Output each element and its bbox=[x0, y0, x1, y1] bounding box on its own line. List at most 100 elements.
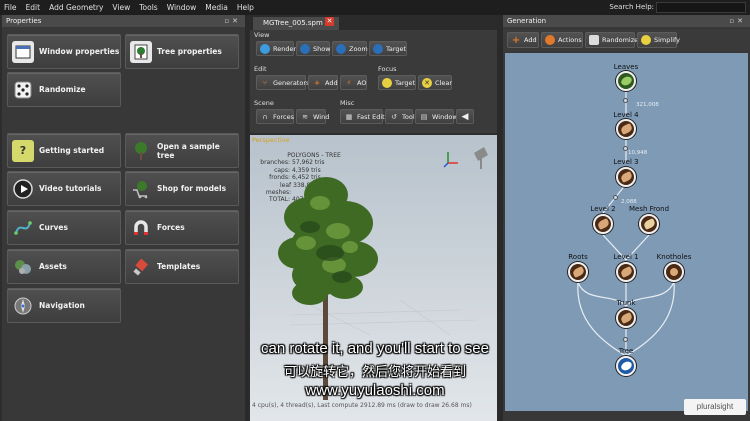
scene-forces-label: Forces bbox=[273, 112, 294, 121]
assets-icon bbox=[12, 256, 34, 278]
simplify-label: Simplify bbox=[654, 36, 681, 44]
menu-bar: File Edit Add Geometry View Tools Window… bbox=[0, 0, 750, 15]
tree-document-icon bbox=[130, 40, 152, 63]
generation-randomize-label: Randomize bbox=[602, 36, 639, 44]
navigation-button[interactable]: Navigation bbox=[7, 288, 121, 323]
generators-button[interactable]: ⑂ Generators bbox=[256, 75, 309, 90]
menu-file[interactable]: File bbox=[4, 3, 17, 12]
zoom-button[interactable]: Zoom bbox=[332, 41, 368, 56]
edit-group-label: Edit bbox=[254, 65, 267, 73]
generation-randomize-button[interactable]: Randomize bbox=[585, 32, 639, 48]
menu-help[interactable]: Help bbox=[237, 3, 254, 12]
scene-group-label: Scene bbox=[254, 99, 274, 107]
leaves-node-label: Leaves bbox=[613, 63, 639, 71]
video-tutorials-button[interactable]: Video tutorials bbox=[7, 171, 121, 206]
search-help-label: Search Help: bbox=[609, 3, 654, 11]
leaves-node[interactable] bbox=[616, 71, 636, 91]
arrow-left-icon: ◀ bbox=[461, 111, 469, 122]
compute-status-text: 4 cpu(s), 4 thread(s), Last compute 2912… bbox=[252, 402, 472, 409]
generation-graph[interactable]: 321,008 10,948 2,088 Leaves Level 4 Leve… bbox=[505, 53, 748, 411]
generation-add-button[interactable]: + Add bbox=[507, 32, 539, 48]
globe-icon bbox=[260, 43, 270, 54]
view-group: View bbox=[252, 31, 269, 40]
level4-node[interactable] bbox=[616, 119, 636, 139]
mesh-frond-node-label: Mesh Frond bbox=[628, 205, 670, 213]
watermark-url: www.yuyulaoshi.com bbox=[305, 382, 445, 399]
templates-button[interactable]: Templates bbox=[125, 249, 239, 284]
subtitle-chinese: 可以旋转它，然后您将开始看到 bbox=[283, 365, 466, 380]
eye-icon bbox=[300, 43, 310, 54]
edit-add-button[interactable]: + Add bbox=[308, 75, 338, 90]
dice-icon bbox=[12, 79, 34, 101]
curves-button[interactable]: Curves bbox=[7, 210, 121, 245]
panel-float-close-icon[interactable]: ▫✕ bbox=[224, 15, 241, 27]
actions-icon bbox=[545, 35, 555, 45]
video-tutorials-label: Video tutorials bbox=[39, 184, 102, 193]
misc-window-button[interactable]: ▤ Window bbox=[415, 109, 458, 124]
scene-forces-button[interactable]: ∩ Forces bbox=[256, 109, 294, 124]
menu-tools[interactable]: Tools bbox=[139, 3, 157, 12]
tree-properties-button[interactable]: Tree properties bbox=[125, 34, 239, 69]
wind-button[interactable]: ≋ Wind bbox=[296, 109, 329, 124]
fast-edit-button[interactable]: ▦ Fast Edit bbox=[340, 109, 385, 124]
misc-window-label: Window bbox=[432, 112, 458, 121]
menu-window[interactable]: Window bbox=[167, 3, 197, 12]
edit-group: Edit bbox=[252, 65, 267, 74]
menu-view[interactable]: View bbox=[112, 3, 130, 12]
properties-panel-title: Properties ▫✕ bbox=[2, 15, 245, 27]
focus-target-icon bbox=[382, 77, 392, 88]
leaves-count: 321,008 bbox=[636, 102, 659, 108]
show-button[interactable]: Show bbox=[296, 41, 331, 56]
roots-node[interactable] bbox=[568, 262, 588, 282]
generation-title-text: Generation bbox=[507, 17, 547, 25]
window-properties-button[interactable]: Window properties bbox=[7, 34, 121, 69]
knotholes-node[interactable] bbox=[664, 262, 684, 282]
level3-node[interactable] bbox=[616, 167, 636, 187]
zoom-icon bbox=[336, 43, 346, 54]
actions-button[interactable]: Actions bbox=[541, 32, 583, 48]
graph-port[interactable] bbox=[613, 195, 618, 200]
level4-count: 10,948 bbox=[628, 150, 648, 156]
mesh-frond-node[interactable] bbox=[639, 214, 659, 234]
fast-edit-label: Fast Edit bbox=[357, 112, 385, 121]
assets-label: Assets bbox=[39, 262, 67, 271]
level2-node[interactable] bbox=[593, 214, 613, 234]
level2-node-label: Level 2 bbox=[590, 205, 616, 213]
magnet-icon bbox=[130, 217, 152, 239]
level4-node-label: Level 4 bbox=[613, 111, 639, 119]
getting-started-label: Getting started bbox=[39, 146, 105, 155]
forces-button[interactable]: Forces bbox=[125, 210, 239, 245]
focus-group-label: Focus bbox=[378, 65, 397, 73]
level1-node[interactable] bbox=[616, 262, 636, 282]
lasso-icon: ↺ bbox=[391, 112, 397, 121]
panel-float-close-icon[interactable]: ▫✕ bbox=[729, 15, 746, 27]
assets-button[interactable]: Assets bbox=[7, 249, 121, 284]
menu-media[interactable]: Media bbox=[205, 3, 228, 12]
close-tab-icon[interactable]: ✕ bbox=[325, 17, 334, 26]
search-help-input[interactable] bbox=[656, 2, 746, 13]
plus-icon: + bbox=[314, 78, 320, 87]
randomize-button[interactable]: Randomize bbox=[7, 72, 121, 107]
trunk-node[interactable] bbox=[616, 308, 636, 328]
tool-button[interactable]: ↺ Tool bbox=[385, 109, 415, 124]
getting-started-button[interactable]: ? Getting started bbox=[7, 133, 121, 168]
render-button[interactable]: Render bbox=[256, 41, 296, 56]
window-properties-label: Window properties bbox=[39, 47, 120, 56]
arrow-left-button[interactable]: ◀ bbox=[456, 109, 474, 124]
focus-target-button[interactable]: Target bbox=[378, 75, 416, 90]
misc-group-label: Misc bbox=[340, 99, 355, 107]
menu-edit[interactable]: Edit bbox=[26, 3, 41, 12]
shop-for-models-button[interactable]: Shop for models bbox=[125, 171, 239, 206]
simplify-button[interactable]: Simplify bbox=[637, 32, 681, 48]
graph-port[interactable] bbox=[623, 98, 628, 103]
tool-label: Tool bbox=[402, 112, 415, 121]
focus-clear-button[interactable]: ✕ Clear bbox=[418, 75, 452, 90]
ao-button[interactable]: ⚡ AO bbox=[340, 75, 367, 90]
open-sample-tree-button[interactable]: Open a sample tree bbox=[125, 133, 239, 168]
level1-node-label: Level 1 bbox=[613, 253, 639, 261]
view-target-button[interactable]: Target bbox=[369, 41, 407, 56]
fast-edit-icon: ▦ bbox=[345, 112, 353, 121]
subtitle-english: can rotate it, and you'll start to see bbox=[261, 340, 489, 357]
menu-add-geometry[interactable]: Add Geometry bbox=[49, 3, 103, 12]
shop-for-models-label: Shop for models bbox=[157, 184, 227, 193]
